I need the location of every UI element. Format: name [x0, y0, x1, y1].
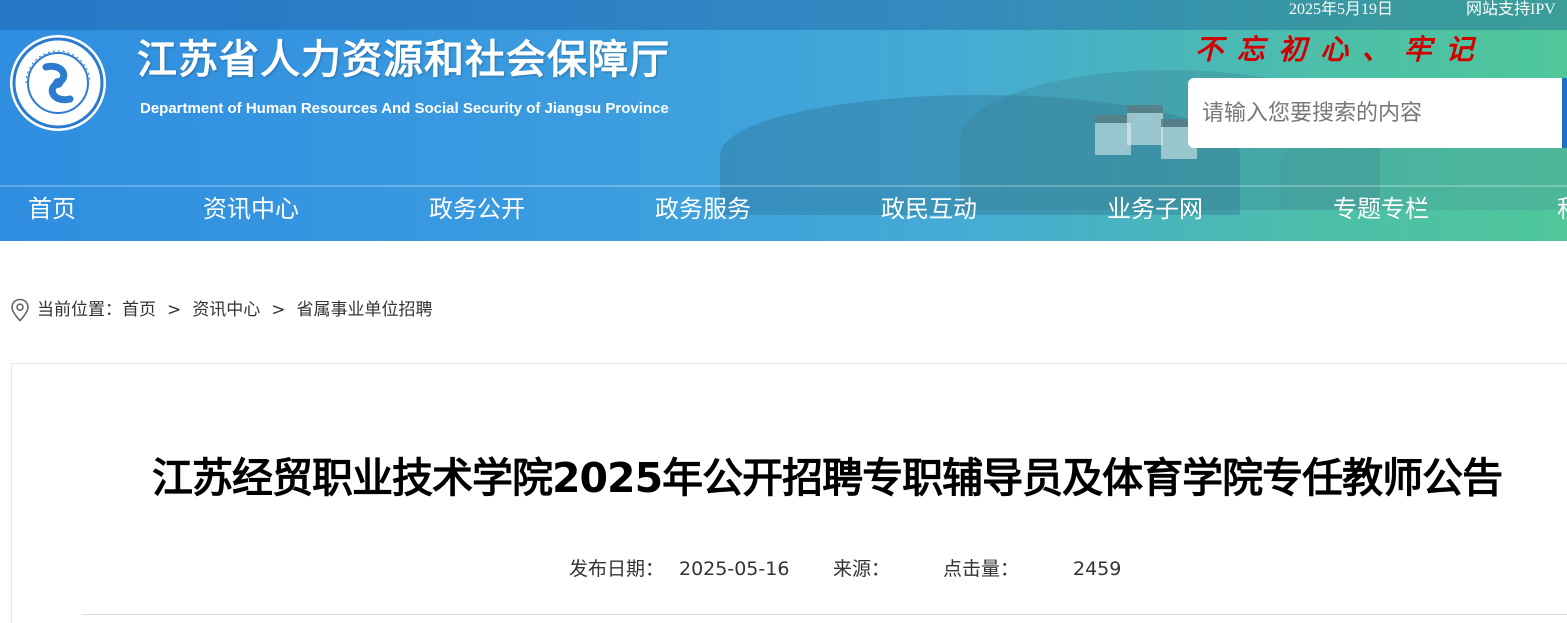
breadcrumb-home-link[interactable]: 首页 — [122, 296, 156, 324]
breadcrumb-separator: > — [271, 300, 286, 320]
site-header: 2025年5月19日 网站支持IPV 江苏省人力资源和社会保障厅 Departm… — [0, 0, 1567, 241]
article-title: 江苏经贸职业技术学院2025年公开招聘专职辅导员及体育学院专任教师公告 — [152, 454, 1503, 502]
breadcrumb-recruitment-link[interactable]: 省属事业单位招聘 — [297, 296, 433, 324]
nav-item-home[interactable]: 首页 — [28, 187, 76, 231]
publish-date: 2025-05-16 — [679, 558, 790, 580]
current-date: 2025年5月19日 — [1289, 1, 1394, 18]
source-label: 来源： — [833, 558, 891, 580]
article-card: 江苏经贸职业技术学院2025年公开招聘专职辅导员及体育学院专任教师公告 发布日期… — [11, 363, 1567, 623]
ipv6-support-text: 网站支持IPV — [1466, 1, 1556, 18]
breadcrumb: 当前位置： 首页 > 资讯中心 > 省属事业单位招聘 — [10, 296, 433, 324]
slogan: 不 忘 初 心 、 牢 记 — [1195, 33, 1476, 66]
nav-item-special-topics[interactable]: 专题专栏 — [1333, 187, 1429, 231]
breadcrumb-separator: > — [167, 300, 182, 320]
publish-date-label: 发布日期： — [569, 558, 665, 580]
nav-item-public-interaction[interactable]: 政民互动 — [881, 187, 977, 231]
nav-item-news-center[interactable]: 资讯中心 — [203, 187, 299, 231]
views-count: 2459 — [1073, 558, 1122, 580]
logo-emblem-icon — [12, 37, 104, 129]
breadcrumb-prefix: 当前位置： — [37, 300, 122, 320]
search-button[interactable] — [1562, 78, 1567, 148]
site-subtitle: Department of Human Resources And Social… — [140, 100, 669, 117]
breadcrumb-news-center-link[interactable]: 资讯中心 — [192, 296, 260, 324]
search-input[interactable] — [1188, 78, 1562, 148]
top-bar: 2025年5月19日 网站支持IPV — [0, 0, 1567, 30]
article-divider — [82, 614, 1567, 615]
nav-item-government-services[interactable]: 政务服务 — [655, 187, 751, 231]
nav-item-government-affairs[interactable]: 政务公开 — [429, 187, 525, 231]
location-pin-icon — [11, 298, 29, 322]
nav-item-truncated[interactable]: 积 — [1557, 187, 1567, 231]
views-label: 点击量： — [943, 558, 1020, 580]
site-logo[interactable] — [10, 35, 106, 131]
site-title: 江苏省人力资源和社会保障厅 — [137, 37, 670, 83]
main-nav: 首页 资讯中心 政务公开 政务服务 政民互动 业务子网 专题专栏 积 — [0, 185, 1567, 241]
nav-item-business-subsites[interactable]: 业务子网 — [1107, 187, 1203, 231]
